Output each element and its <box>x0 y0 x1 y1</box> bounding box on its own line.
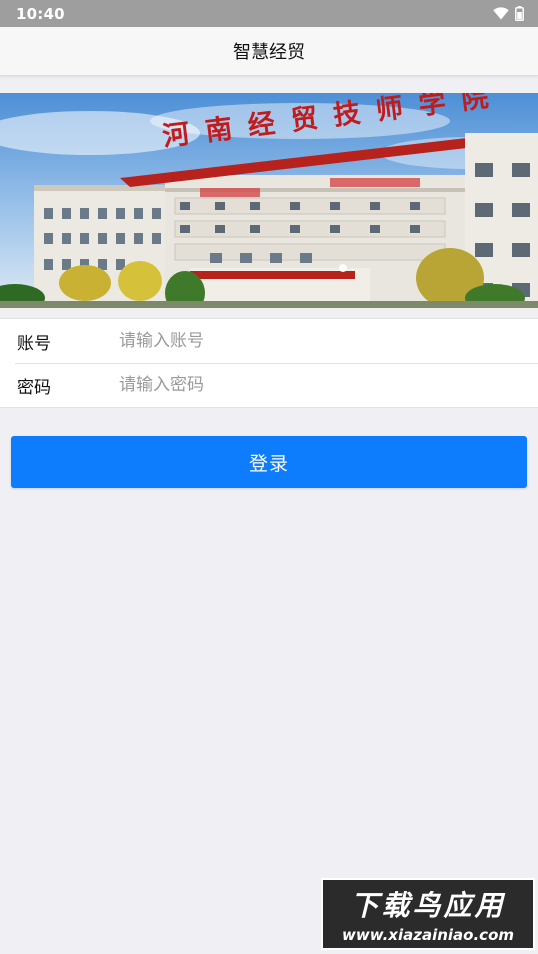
password-row: 密码 <box>0 363 538 407</box>
nav-bar: 智慧经贸 <box>0 27 538 76</box>
login-button[interactable]: 登录 <box>11 436 527 488</box>
battery-icon <box>515 6 524 21</box>
carousel-dot-active[interactable] <box>339 264 347 272</box>
account-row: 账号 <box>0 319 538 363</box>
status-bar: 10:40 <box>0 0 538 27</box>
status-time: 10:40 <box>16 4 65 23</box>
page-title: 智慧经贸 <box>233 42 305 63</box>
watermark-url: www.xiazainiao.com <box>341 926 515 944</box>
watermark-logo: 下载鸟应用 www.xiazainiao.com <box>321 878 535 950</box>
banner-carousel[interactable]: 河南经贸技师学院 <box>0 93 538 308</box>
watermark-title: 下载鸟应用 <box>350 889 506 922</box>
wifi-icon <box>493 7 509 20</box>
password-input[interactable] <box>119 365 538 405</box>
login-form: 账号 密码 <box>0 318 538 408</box>
account-input[interactable] <box>119 321 538 361</box>
password-label: 密码 <box>17 377 51 398</box>
account-label: 账号 <box>17 333 51 354</box>
carousel-indicator <box>0 264 538 272</box>
status-icons <box>493 6 524 21</box>
